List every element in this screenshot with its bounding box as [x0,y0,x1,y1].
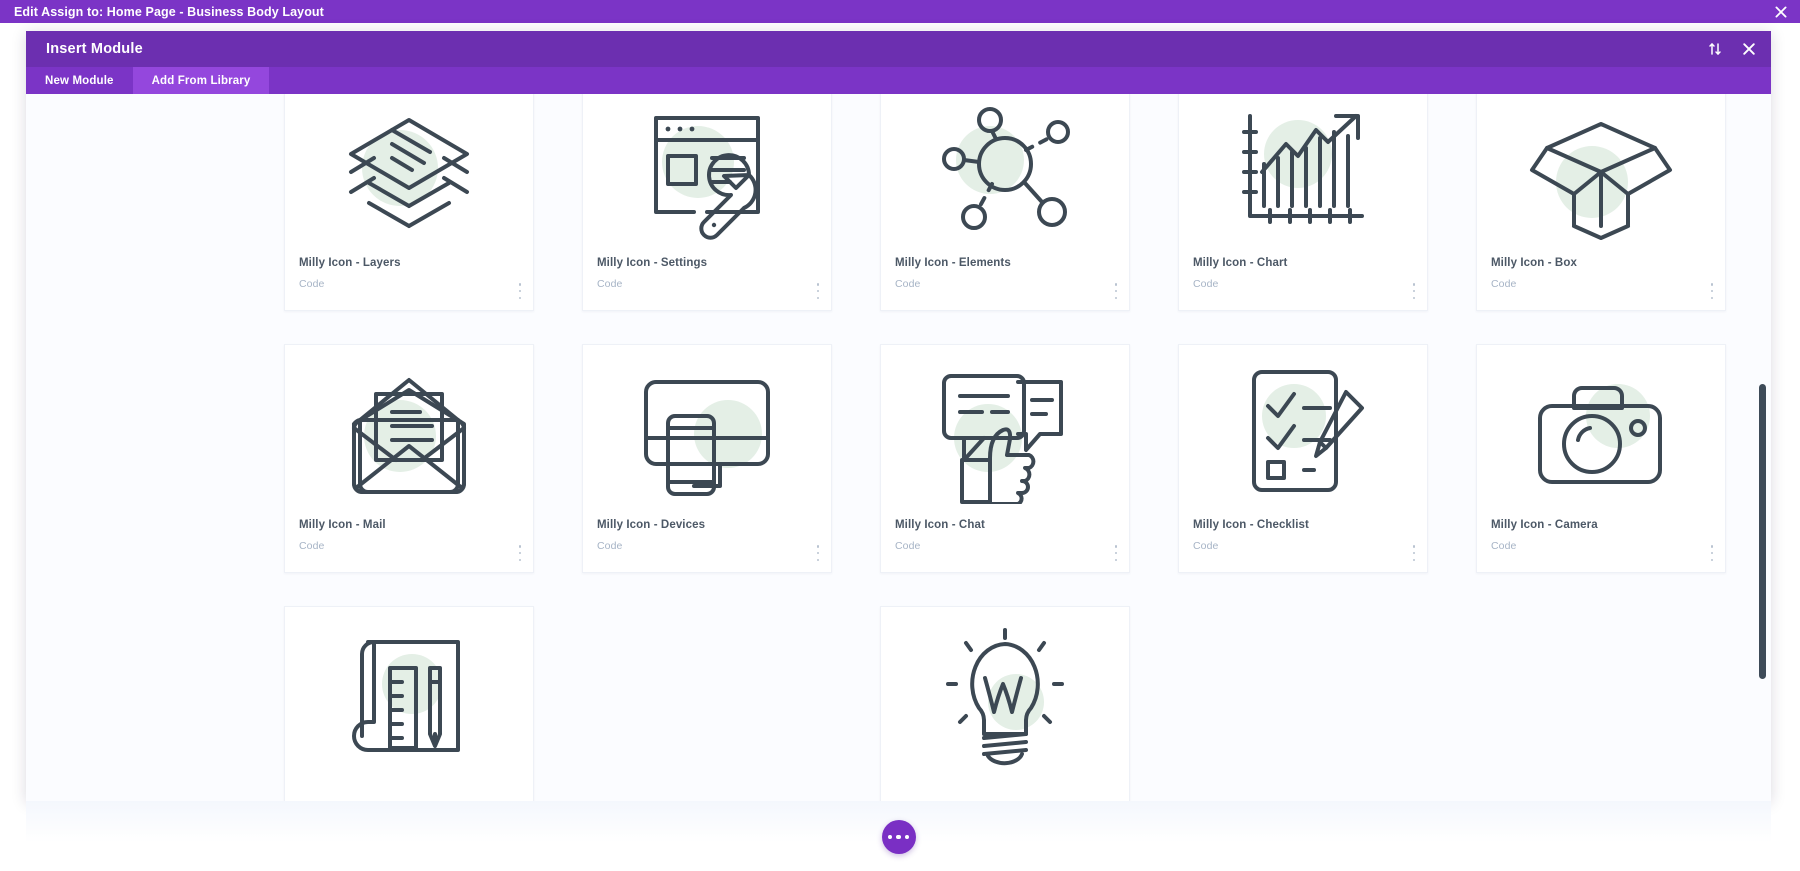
library-card-mail[interactable]: Milly Icon - Mail Code [284,344,534,573]
card-type: Code [597,539,623,552]
card-type: Code [1193,539,1219,552]
tab-add-from-library-label: Add From Library [151,74,251,87]
more-vertical-icon[interactable] [1114,545,1118,561]
card-title: Milly Icon - Devices [597,519,706,531]
library-card-blueprint[interactable] [284,606,534,801]
card-type: Code [1193,277,1219,290]
card-meta [285,778,533,801]
sort-arrows-icon[interactable] [1707,41,1723,57]
library-card-settings[interactable]: Milly Icon - Settings Code [582,94,832,311]
card-meta: Milly Icon - Chat Code [881,516,1129,572]
network-nodes-icon [881,94,1129,254]
library-card-layers[interactable]: Milly Icon - Layers Code [284,94,534,311]
more-vertical-icon[interactable] [1114,283,1118,299]
card-title [299,778,521,782]
card-type: Code [597,277,623,290]
screen: Edit Assign to: Home Page - Business Bod… [0,0,1800,871]
library-card-checklist[interactable]: Milly Icon - Checklist Code [1178,344,1428,573]
more-vertical-icon[interactable] [1412,283,1416,299]
open-envelope-icon [285,345,533,516]
library-card-chart[interactable]: Milly Icon - Chart Code [1178,94,1428,311]
more-vertical-icon[interactable] [1710,283,1714,299]
card-type: Code [299,539,325,552]
library-grid: Milly Icon - Layers Code Milly Icon - Se… [284,94,1726,801]
card-title: Milly Icon - Elements [895,257,1011,269]
card-title: Milly Icon - Layers [299,257,401,269]
library-card-box[interactable]: Milly Icon - Box Code [1476,94,1726,311]
tab-add-from-library[interactable]: Add From Library [132,67,270,94]
card-type: Code [1491,277,1517,290]
camera-icon [1477,345,1725,516]
library-card-idea[interactable] [880,606,1130,801]
card-type: Code [299,277,325,290]
card-meta: Milly Icon - Settings Code [583,254,831,310]
card-meta [881,778,1129,801]
card-meta: Milly Icon - Elements Code [881,254,1129,310]
card-meta: Milly Icon - Camera Code [1477,516,1725,572]
modal-close-icon[interactable] [1741,41,1757,57]
card-title: Milly Icon - Settings [597,257,708,269]
card-type: Code [1491,539,1517,552]
more-vertical-icon[interactable] [816,283,820,299]
more-vertical-icon[interactable] [1710,545,1714,561]
library-card-elements[interactable]: Milly Icon - Elements Code [880,94,1130,311]
card-title [895,778,1117,782]
card-meta: Milly Icon - Layers Code [285,254,533,310]
layers-icon [285,94,533,254]
modal-header: Insert Module [26,31,1771,67]
modal-footer [26,801,1771,871]
card-title: Milly Icon - Box [1491,257,1577,269]
more-vertical-icon[interactable] [518,283,522,299]
library-card-devices[interactable]: Milly Icon - Devices Code [582,344,832,573]
card-meta: Milly Icon - Chart Code [1179,254,1427,310]
library-card-empty [582,606,832,801]
card-meta: Milly Icon - Mail Code [285,516,533,572]
close-icon[interactable] [1773,4,1789,20]
lightbulb-icon [881,607,1129,778]
library-card-chat[interactable]: Milly Icon - Chat Code [880,344,1130,573]
bar-chart-arrow-icon [1179,94,1427,254]
card-title: Milly Icon - Chart [1193,257,1288,269]
modal-header-actions [1707,31,1757,67]
card-type: Code [895,539,921,552]
library-grid-area: Milly Icon - Layers Code Milly Icon - Se… [26,94,1771,801]
tab-new-module[interactable]: New Module [26,67,133,94]
open-box-icon [1477,94,1725,254]
card-meta: Milly Icon - Checklist Code [1179,516,1427,572]
settings-window-wrench-icon [583,94,831,254]
card-type: Code [895,277,921,290]
modal-title: Insert Module [46,41,143,57]
card-title: Milly Icon - Mail [299,519,386,531]
card-title: Milly Icon - Camera [1491,519,1598,531]
card-meta: Milly Icon - Box Code [1477,254,1725,310]
modal-tabbar: New Module Add From Library [26,67,1771,94]
more-vertical-icon[interactable] [816,545,820,561]
card-title: Milly Icon - Chat [895,519,985,531]
card-meta: Milly Icon - Devices Code [583,516,831,572]
monitor-phone-icon [583,345,831,516]
admin-bar: Edit Assign to: Home Page - Business Bod… [0,0,1800,23]
clipboard-pencil-icon [1179,345,1427,516]
chat-bubbles-thumbsup-icon [881,345,1129,516]
more-horizontal-icon[interactable] [881,820,916,854]
insert-module-modal: Insert Module New Module Add From Librar… [26,31,1771,801]
more-vertical-icon[interactable] [518,545,522,561]
scrollbar-thumb[interactable] [1759,384,1766,679]
tab-new-module-label: New Module [45,74,114,87]
admin-bar-title: Edit Assign to: Home Page - Business Bod… [14,4,324,19]
more-vertical-icon[interactable] [1412,545,1416,561]
card-title: Milly Icon - Checklist [1193,519,1309,531]
library-card-camera[interactable]: Milly Icon - Camera Code [1476,344,1726,573]
blueprint-ruler-pencil-icon [285,607,533,778]
